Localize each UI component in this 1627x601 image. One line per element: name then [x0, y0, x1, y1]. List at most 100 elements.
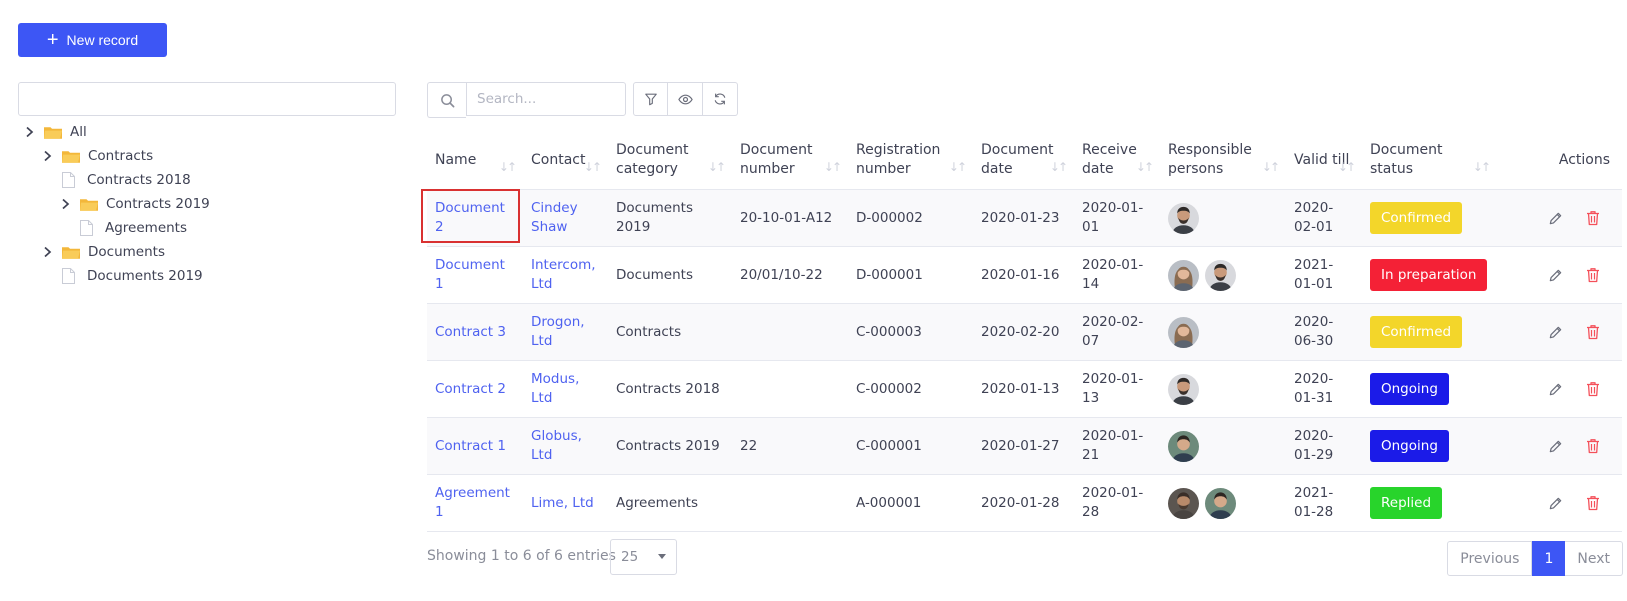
table-row[interactable]: Contract 2 Modus, Ltd Contracts 2018 C-0000… [427, 360, 1622, 418]
cell-category: Documents [608, 246, 732, 304]
contact-link[interactable]: Intercom, Ltd [531, 257, 596, 292]
cell-category: Agreements [608, 474, 732, 532]
column-header-responsible-persons[interactable]: Responsible persons ↓↑ [1160, 131, 1286, 190]
cell-registration-number: C-000003 [848, 303, 973, 361]
column-header-document-status[interactable]: Document status ↓↑ [1362, 131, 1497, 190]
table-row[interactable]: Document 2 Cindey Shaw Documents 2019 20-10… [427, 189, 1622, 247]
cell-name: Contract 1 [427, 417, 523, 475]
chevron-right-icon[interactable] [40, 150, 54, 162]
document-name-link[interactable]: Document 1 [435, 257, 505, 292]
edit-icon[interactable] [1546, 380, 1564, 398]
contact-link[interactable]: Lime, Ltd [531, 495, 594, 511]
search-input[interactable] [466, 82, 626, 116]
delete-icon[interactable] [1584, 380, 1602, 398]
edit-icon[interactable] [1546, 323, 1564, 341]
table-row[interactable]: Contract 3 Drogon, Ltd Contracts C-000003 20… [427, 303, 1622, 361]
cell-document-number [732, 303, 848, 361]
cell-valid-till: 2020-06-30 [1286, 303, 1362, 361]
cell-document-date: 2020-01-28 [973, 474, 1074, 532]
document-name-link[interactable]: Contract 2 [435, 381, 506, 397]
new-record-label: New record [66, 32, 139, 48]
tree-item-documents-2019[interactable]: Documents 2019 [40, 264, 203, 288]
column-header-receive-date[interactable]: Receive date ↓↑ [1074, 131, 1160, 190]
contact-link[interactable]: Drogon, Ltd [531, 314, 585, 349]
column-header-document-date[interactable]: Document date ↓↑ [973, 131, 1074, 190]
tree-item-contracts-2019[interactable]: Contracts 2019 [58, 192, 210, 216]
cell-name: Contract 3 [427, 303, 523, 361]
columns-visibility-button[interactable] [668, 82, 703, 116]
cell-registration-number: C-000001 [848, 417, 973, 475]
column-header-label: Document category [616, 142, 689, 177]
column-header-valid-till[interactable]: Valid till ↓↑ [1286, 131, 1362, 190]
status-badge: Confirmed [1370, 202, 1463, 234]
column-header-document-number[interactable]: Document number ↓↑ [732, 131, 848, 190]
tree-item-contracts[interactable]: Contracts [40, 144, 153, 168]
tree-item-documents[interactable]: Documents [40, 240, 165, 264]
cell-document-number: 20/01/10-22 [732, 246, 848, 304]
cell-responsible-persons [1160, 303, 1286, 361]
sort-icon: ↓↑ [583, 160, 602, 174]
tree-item-label: All [70, 124, 87, 140]
cell-status: In preparation [1362, 246, 1497, 304]
document-name-link[interactable]: Contract 1 [435, 438, 506, 454]
tree-search-input[interactable] [18, 82, 396, 116]
search-icon[interactable] [427, 82, 466, 118]
contact-link[interactable]: Modus, Ltd [531, 371, 579, 406]
chevron-right-icon[interactable] [40, 246, 54, 258]
cell-document-number [732, 474, 848, 532]
tree-item-agreements[interactable]: Agreements [58, 216, 187, 240]
new-record-button[interactable]: + New record [18, 23, 167, 57]
tree-item-label: Documents [88, 244, 165, 260]
status-badge: Ongoing [1370, 430, 1449, 462]
chevron-right-icon[interactable] [58, 198, 72, 210]
delete-icon[interactable] [1584, 437, 1602, 455]
avatar [1205, 259, 1236, 291]
page-size-select[interactable]: 25 [610, 539, 677, 575]
contact-link[interactable]: Cindey Shaw [531, 200, 578, 235]
delete-icon[interactable] [1584, 323, 1602, 341]
edit-icon[interactable] [1546, 494, 1564, 512]
cell-name: Contract 2 [427, 360, 523, 418]
column-header-registration-number[interactable]: Registration number ↓↑ [848, 131, 973, 190]
chevron-right-icon[interactable] [22, 126, 36, 138]
table-row[interactable]: Document 1 Intercom, Ltd Documents 20/01/10… [427, 246, 1622, 304]
contact-link[interactable]: Globus, Ltd [531, 428, 582, 463]
document-name-link[interactable]: Document 2 [435, 200, 505, 235]
cell-category: Contracts [608, 303, 732, 361]
delete-icon[interactable] [1584, 494, 1602, 512]
document-name-link[interactable]: Agreement 1 [435, 485, 510, 520]
tree-item-all[interactable]: All [22, 120, 87, 144]
delete-icon[interactable] [1584, 209, 1602, 227]
column-header-label: Actions [1558, 151, 1610, 168]
avatar [1168, 316, 1199, 348]
edit-icon[interactable] [1546, 266, 1564, 284]
column-header-actions: Actions [1497, 131, 1622, 190]
refresh-button[interactable] [703, 82, 738, 116]
edit-icon[interactable] [1546, 209, 1564, 227]
cell-status: Ongoing [1362, 360, 1497, 418]
cell-registration-number: D-000001 [848, 246, 973, 304]
cell-name: Agreement 1 [427, 474, 523, 532]
previous-page-button[interactable]: Previous [1447, 541, 1533, 576]
table-row[interactable]: Agreement 1 Lime, Ltd Agreements A-000001 20… [427, 474, 1622, 532]
column-header-label: Receive date [1082, 142, 1137, 177]
column-header-contact[interactable]: Contact ↓↑ [523, 131, 608, 190]
edit-icon[interactable] [1546, 437, 1564, 455]
column-header-document-category[interactable]: Document category ↓↑ [608, 131, 732, 190]
document-name-link[interactable]: Contract 3 [435, 324, 506, 340]
current-page-button[interactable]: 1 [1532, 541, 1566, 576]
delete-icon[interactable] [1584, 266, 1602, 284]
avatar [1168, 202, 1199, 234]
next-page-button[interactable]: Next [1565, 541, 1623, 576]
table-row[interactable]: Contract 1 Globus, Ltd Contracts 2019 22 C-0… [427, 417, 1622, 475]
folder-open-icon [62, 246, 88, 259]
column-header-name[interactable]: Name ↓↑ [427, 131, 523, 190]
cell-contact: Modus, Ltd [523, 360, 608, 418]
caret-down-icon [658, 554, 666, 559]
column-header-label: Name [435, 151, 477, 168]
filter-button[interactable] [633, 82, 668, 116]
folder-open-icon [62, 150, 88, 163]
tree-item-contracts-2018[interactable]: Contracts 2018 [40, 168, 191, 192]
cell-document-number: 20-10-01-A12 [732, 189, 848, 247]
cell-status: Confirmed [1362, 303, 1497, 361]
